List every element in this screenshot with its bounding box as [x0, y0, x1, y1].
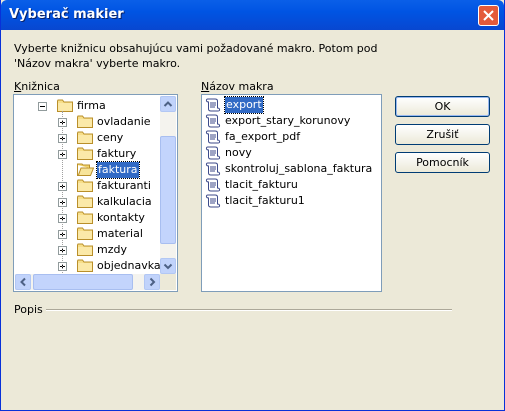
close-button[interactable]: [478, 5, 499, 26]
folder-icon: [77, 131, 94, 144]
tree-item-faktura[interactable]: faktura: [14, 161, 160, 179]
scroll-thumb[interactable]: [160, 136, 176, 244]
tree-item-label: mzdy: [97, 243, 127, 256]
tree-item-label: kontakty: [97, 211, 145, 224]
macro-item-skontroluj_sablona_faktura[interactable]: skontroluj_sablona_faktura: [205, 161, 380, 177]
tree-item-label: faktura: [96, 161, 140, 179]
tree-item-firma[interactable]: firma: [14, 98, 160, 114]
macro-name-label: Názov makra: [201, 80, 274, 93]
folder-icon: [77, 243, 94, 256]
tree-item-objednavka[interactable]: objednavka: [14, 258, 161, 274]
tree-item-kontakty[interactable]: kontakty: [14, 210, 160, 226]
title-bar[interactable]: Vyberač makier: [1, 0, 504, 30]
tree-item-label: ceny: [97, 131, 124, 144]
folder-icon: [77, 211, 94, 224]
scroll-down-button[interactable]: [160, 258, 176, 274]
library-tree-vertical-scrollbar[interactable]: [160, 96, 176, 274]
tree-item-ovladanie[interactable]: ovladanie: [14, 114, 160, 130]
macro-item-tlacit_fakturu1[interactable]: tlacit_fakturu1: [205, 193, 380, 209]
library-label: Knižnica: [14, 80, 60, 93]
scroll-thumb[interactable]: [33, 274, 133, 290]
folder-icon: [77, 163, 95, 176]
macro-item-label: skontroluj_sablona_faktura: [225, 162, 373, 175]
macro-item-tlacit_fakturu[interactable]: tlacit_fakturu: [205, 177, 380, 193]
macro-item-label: export: [224, 96, 264, 114]
folder-icon: [77, 259, 94, 272]
folder-icon: [57, 99, 74, 112]
arrow-left-icon: [20, 277, 26, 287]
description-separator: [46, 309, 452, 311]
macro-item-label: novy: [225, 146, 252, 159]
tree-item-material[interactable]: material: [14, 226, 160, 242]
tree-item-fakturanti[interactable]: fakturanti: [14, 178, 160, 194]
tree-item-ceny[interactable]: ceny: [14, 130, 160, 146]
macro-item-export_stary_korunovy[interactable]: export_stary_korunovy: [205, 113, 380, 129]
tree-item-label: firma: [77, 99, 106, 112]
script-icon: [205, 161, 221, 177]
macro-list[interactable]: export export_stary_korunovy fa_export_pdf…: [201, 94, 382, 292]
folder-icon: [77, 179, 94, 192]
tree-item-mzdy[interactable]: mzdy: [14, 242, 160, 258]
close-icon: [483, 10, 494, 21]
macro-item-novy[interactable]: novy: [205, 145, 380, 161]
macro-item-label: tlacit_fakturu1: [225, 194, 305, 207]
collapse-toggle[interactable]: [38, 102, 47, 111]
tree-item-kalkulacia[interactable]: kalkulacia: [14, 194, 160, 210]
scroll-right-button[interactable]: [144, 274, 160, 290]
tree-item-label: faktury: [97, 147, 137, 160]
script-icon: [205, 113, 221, 129]
tree-item-faktury[interactable]: faktury: [14, 146, 160, 162]
tree-item-label: ovladanie: [97, 115, 151, 128]
macro-item-label: export_stary_korunovy: [225, 114, 351, 127]
folder-icon: [77, 147, 94, 160]
scroll-up-button[interactable]: [160, 96, 176, 112]
arrow-up-icon: [163, 101, 173, 107]
folder-icon: [77, 195, 94, 208]
arrow-right-icon: [149, 277, 156, 287]
macro-selector-dialog: Vyberač makier Vyberte knižnicu obsahujú…: [0, 0, 505, 411]
scroll-left-button[interactable]: [15, 274, 31, 290]
tree-item-label: fakturanti: [97, 179, 151, 192]
arrow-down-icon: [163, 263, 173, 270]
tree-item-label: material: [97, 227, 143, 240]
folder-icon: [77, 115, 94, 128]
script-icon: [205, 97, 221, 113]
script-icon: [205, 177, 221, 193]
cancel-button[interactable]: Zrušiť: [395, 124, 490, 145]
macro-item-export[interactable]: export: [205, 96, 380, 114]
tree-connector: [62, 111, 63, 279]
help-button[interactable]: Pomocník: [395, 152, 490, 173]
library-tree-horizontal-scrollbar[interactable]: [15, 274, 160, 290]
script-icon: [205, 145, 221, 161]
library-tree[interactable]: firma ovladanie ceny faktury faktura fakturan…: [13, 94, 178, 292]
tree-item-label: kalkulacia: [97, 195, 152, 208]
instructions-text: Vyberte knižnicu obsahujúcu vami požadov…: [14, 42, 378, 70]
window-title: Vyberač makier: [9, 7, 124, 22]
macro-item-label: tlacit_fakturu: [225, 178, 298, 191]
folder-icon: [77, 227, 94, 240]
ok-button[interactable]: OK: [395, 96, 490, 117]
scroll-corner: [160, 274, 176, 290]
script-icon: [205, 129, 221, 145]
macro-item-label: fa_export_pdf: [225, 130, 301, 143]
description-label: Popis: [14, 303, 43, 316]
script-icon: [205, 193, 221, 209]
macro-item-fa_export_pdf[interactable]: fa_export_pdf: [205, 129, 380, 145]
tree-item-label: objednavka: [97, 259, 161, 272]
